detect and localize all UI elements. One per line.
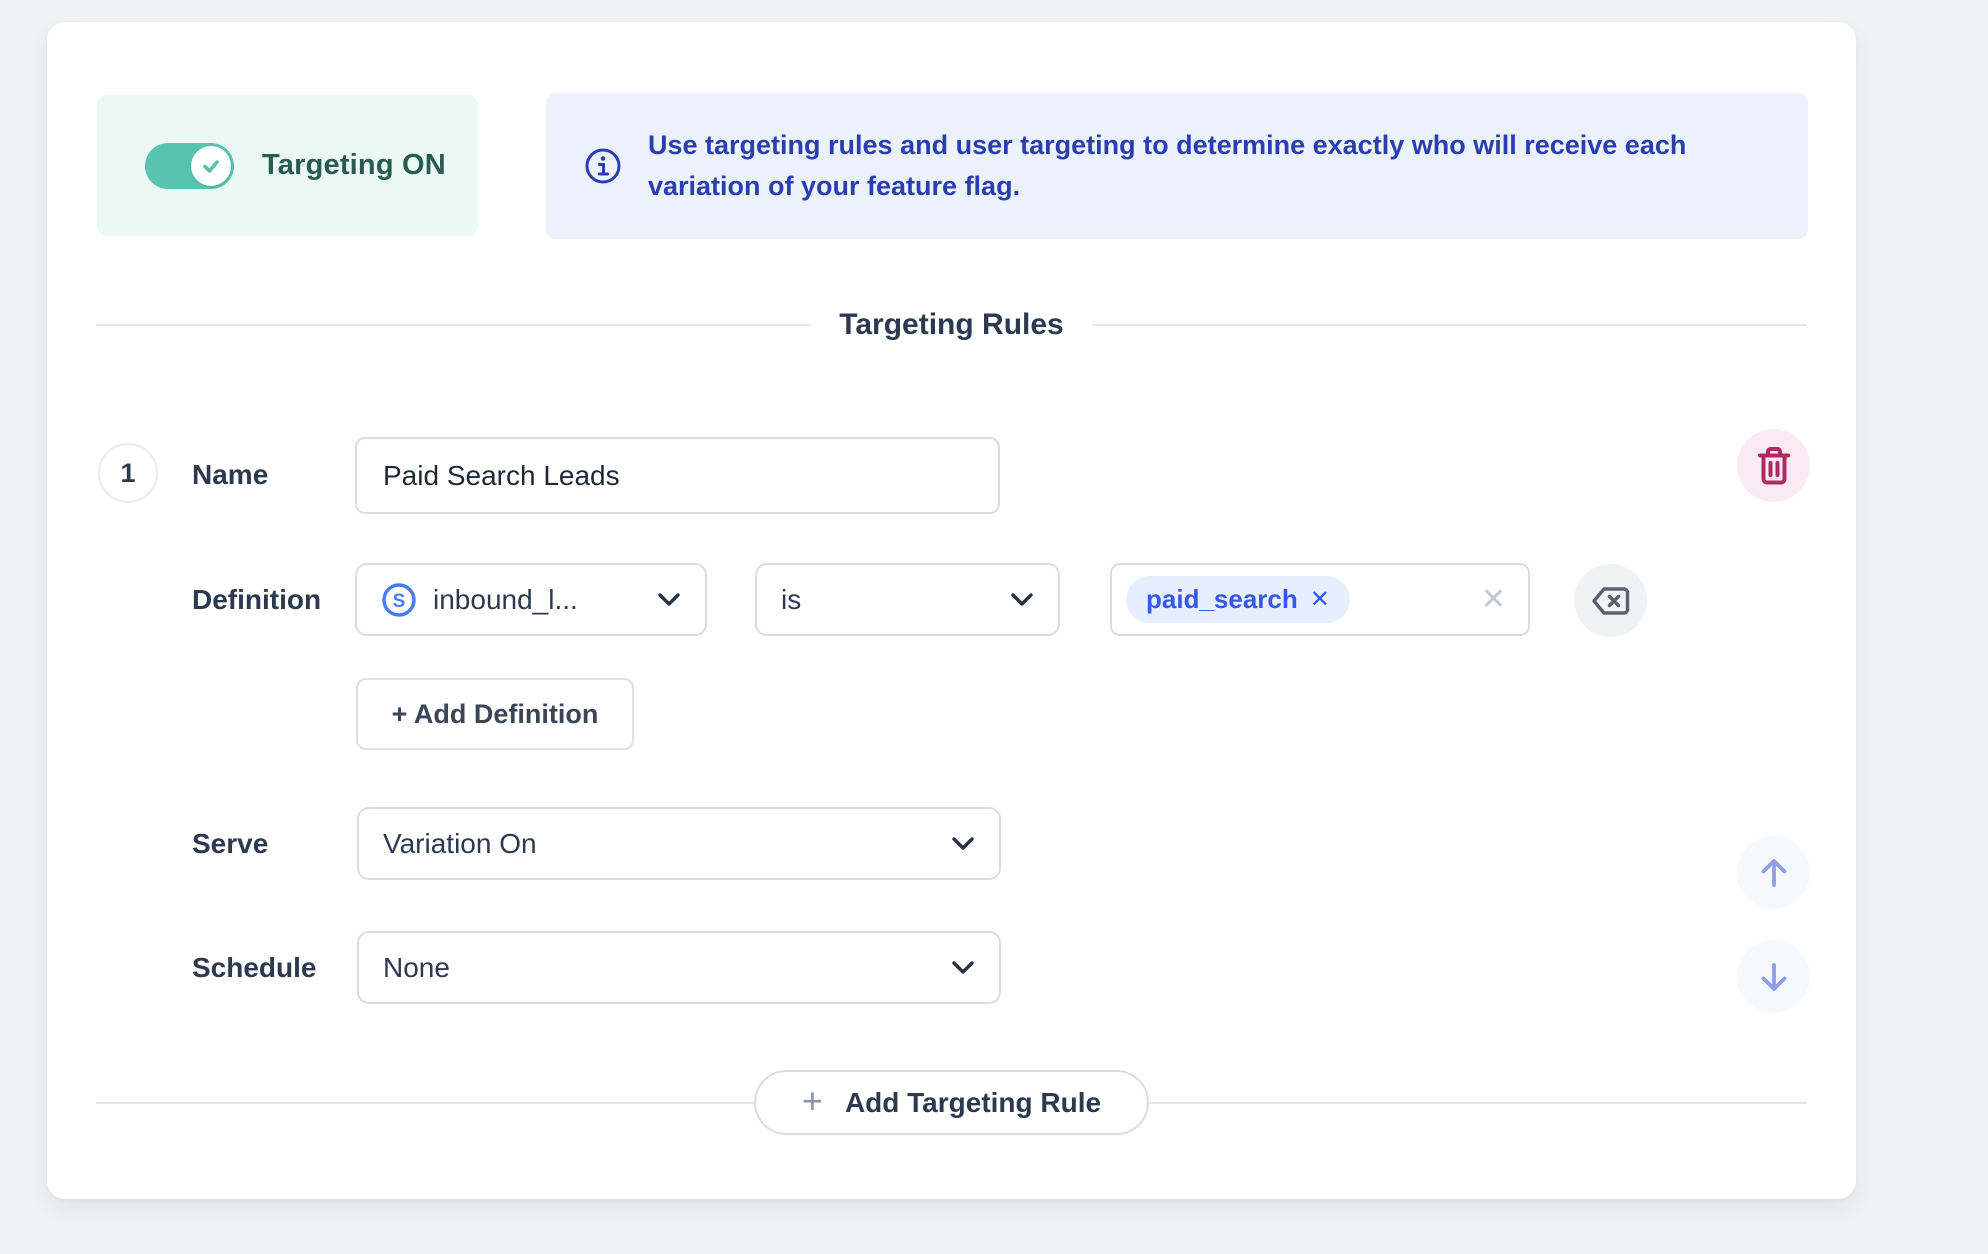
divider-line (1092, 324, 1807, 326)
value-chip: paid_search ✕ (1126, 576, 1350, 623)
string-type-icon: S (381, 582, 417, 618)
targeting-card: Targeting ON Use targeting rules and use… (47, 22, 1856, 1199)
targeting-status-label: Targeting ON (262, 149, 446, 182)
add-targeting-rule-label: Add Targeting Rule (845, 1087, 1101, 1119)
serve-select[interactable]: Variation On (357, 807, 1001, 880)
footer-row: + Add Targeting Rule (96, 1070, 1807, 1135)
serve-value: Variation On (383, 828, 537, 860)
plus-icon: + (802, 1083, 823, 1119)
backspace-icon (1591, 586, 1631, 616)
add-definition-button[interactable]: + Add Definition (356, 678, 634, 750)
serve-label: Serve (192, 828, 268, 860)
svg-text:S: S (393, 591, 406, 612)
trash-icon (1756, 446, 1792, 486)
definition-values-input[interactable]: paid_search ✕ ✕ (1110, 563, 1530, 636)
divider-line (1149, 1102, 1807, 1104)
move-rule-down-button[interactable] (1737, 940, 1810, 1013)
move-rule-up-button[interactable] (1737, 836, 1810, 909)
value-chip-label: paid_search (1146, 584, 1298, 615)
schedule-label: Schedule (192, 952, 316, 984)
definition-property-select[interactable]: S inbound_l... (355, 563, 707, 636)
chevron-down-icon (657, 592, 681, 607)
arrow-down-icon (1755, 958, 1793, 996)
chevron-down-icon (951, 836, 975, 851)
info-banner-text: Use targeting rules and user targeting t… (648, 125, 1758, 207)
name-label: Name (192, 459, 268, 491)
info-icon (584, 147, 622, 185)
rule-name-input[interactable] (355, 437, 1000, 514)
arrow-up-icon (1755, 854, 1793, 892)
info-banner: Use targeting rules and user targeting t… (546, 93, 1808, 239)
targeting-status-box: Targeting ON (97, 95, 478, 236)
targeting-toggle[interactable] (145, 143, 234, 189)
divider-line (96, 324, 811, 326)
schedule-select[interactable]: None (357, 931, 1001, 1004)
definition-operator-value: is (781, 584, 801, 616)
clear-values-icon[interactable]: ✕ (1481, 585, 1506, 615)
delete-rule-button[interactable] (1737, 429, 1810, 502)
definition-label: Definition (192, 584, 321, 616)
rule-number-badge: 1 (98, 443, 158, 503)
section-header: Targeting Rules (96, 308, 1807, 342)
backspace-button[interactable] (1574, 564, 1647, 637)
chevron-down-icon (1010, 592, 1034, 607)
schedule-value: None (383, 952, 450, 984)
chevron-down-icon (951, 960, 975, 975)
toggle-knob (191, 146, 231, 186)
divider-line (96, 1102, 754, 1104)
chip-remove-icon[interactable]: ✕ (1310, 588, 1330, 612)
section-title: Targeting Rules (811, 308, 1091, 342)
definition-property-value: inbound_l... (433, 584, 578, 616)
check-icon (200, 155, 222, 177)
definition-operator-select[interactable]: is (755, 563, 1060, 636)
add-targeting-rule-button[interactable]: + Add Targeting Rule (754, 1070, 1149, 1135)
